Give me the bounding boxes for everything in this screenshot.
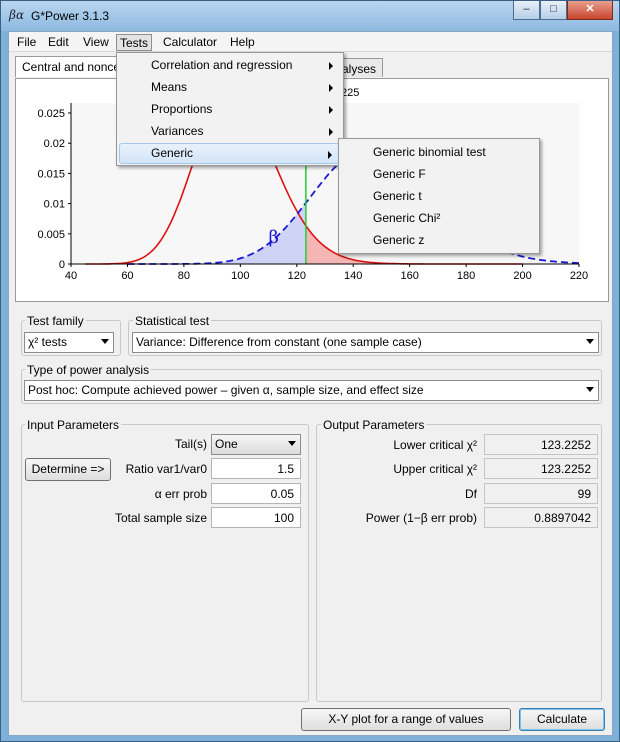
- df-value: 99: [484, 483, 598, 504]
- menu-item-variances[interactable]: Variances: [119, 121, 341, 142]
- alpha-label: α err prob: [154, 487, 207, 501]
- app-window: βα G*Power 3.1.3 ‒ □ ✕ File Edit View Te…: [0, 0, 620, 742]
- client-area: File Edit View Tests Calculator Help Cen…: [8, 31, 613, 736]
- minimize-button[interactable]: ‒: [513, 1, 540, 20]
- menu-item-generic-f[interactable]: Generic F: [341, 164, 537, 185]
- x-tick-label: 40: [65, 270, 77, 282]
- submenu-arrow-icon: [328, 151, 332, 159]
- ratio-field[interactable]: 1.5: [211, 458, 301, 479]
- maximize-button[interactable]: □: [540, 1, 567, 20]
- chevron-down-icon: [101, 339, 109, 344]
- gpower-icon: βα: [9, 8, 25, 22]
- sample-size-field[interactable]: 100: [211, 507, 301, 528]
- input-parameters-title: Input Parameters: [25, 418, 122, 432]
- x-tick-label: 140: [344, 270, 362, 282]
- menu-item-label: Means: [151, 80, 188, 94]
- upper-critical-value: 123.2252: [484, 458, 598, 479]
- menu-view[interactable]: View: [80, 34, 112, 51]
- submenu-arrow-icon: [329, 106, 333, 114]
- menu-edit[interactable]: Edit: [45, 34, 72, 51]
- power-analysis-select[interactable]: Post hoc: Compute achieved power – given…: [24, 380, 599, 401]
- sample-size-label: Total sample size: [114, 511, 207, 525]
- menu-item-generic-z[interactable]: Generic z: [341, 230, 537, 251]
- submenu-arrow-icon: [329, 62, 333, 70]
- tails-select[interactable]: One: [211, 434, 301, 455]
- tails-label: Tail(s): [175, 437, 207, 451]
- xy-plot-button[interactable]: X-Y plot for a range of values: [301, 708, 511, 731]
- power-value: 0.8897042: [484, 507, 598, 528]
- menu-item-generic-chi2[interactable]: Generic Chi²: [341, 208, 537, 229]
- menu-item-generic-binomial[interactable]: Generic binomial test: [341, 142, 537, 163]
- upper-critical-label: Upper critical χ²: [393, 462, 477, 476]
- alpha-field[interactable]: 0.05: [211, 483, 301, 504]
- calculate-button[interactable]: Calculate: [519, 708, 605, 731]
- power-label: Power (1−β err prob): [365, 511, 477, 525]
- y-tick-label: 0.02: [44, 138, 65, 150]
- y-tick-label: 0.01: [44, 199, 65, 211]
- close-button[interactable]: ✕: [567, 1, 613, 20]
- test-family-select[interactable]: χ² tests: [24, 332, 114, 353]
- chevron-down-icon: [586, 387, 594, 392]
- test-family-value: χ² tests: [28, 335, 67, 349]
- x-tick-label: 100: [231, 270, 249, 282]
- generic-submenu: Generic binomial test Generic F Generic …: [338, 138, 540, 254]
- x-tick-label: 160: [400, 270, 418, 282]
- menu-item-means[interactable]: Means: [119, 77, 341, 98]
- x-tick-label: 200: [513, 270, 531, 282]
- statistical-test-select[interactable]: Variance: Difference from constant (one …: [132, 332, 599, 353]
- lower-critical-label: Lower critical χ²: [393, 438, 477, 452]
- menu-calculator[interactable]: Calculator: [160, 34, 220, 51]
- y-tick-label: 0.005: [37, 229, 65, 241]
- tests-menu: Correlation and regression Means Proport…: [116, 52, 344, 166]
- submenu-arrow-icon: [329, 128, 333, 136]
- x-tick-label: 80: [178, 270, 190, 282]
- lower-critical-value: 123.2252: [484, 434, 598, 455]
- menu-item-label: Generic: [151, 146, 194, 160]
- x-tick-label: 180: [457, 270, 475, 282]
- beta-label: β: [269, 227, 279, 248]
- ratio-label: Ratio var1/var0: [125, 462, 207, 476]
- determine-button[interactable]: Determine =>: [25, 458, 111, 481]
- submenu-arrow-icon: [329, 84, 333, 92]
- y-tick-label: 0.015: [37, 168, 65, 180]
- menu-item-correlation[interactable]: Correlation and regression: [119, 55, 341, 76]
- x-tick-label: 120: [288, 270, 306, 282]
- statistical-test-label: Statistical test: [133, 314, 212, 328]
- menu-help[interactable]: Help: [227, 34, 258, 51]
- power-analysis-label: Type of power analysis: [25, 363, 152, 377]
- tails-value: One: [215, 437, 238, 451]
- menu-file[interactable]: File: [14, 34, 39, 51]
- y-tick-label: 0.025: [37, 108, 65, 120]
- chevron-down-icon: [586, 339, 594, 344]
- chevron-down-icon: [288, 441, 296, 446]
- menu-item-generic[interactable]: Generic: [119, 143, 341, 164]
- x-tick-label: 220: [570, 270, 588, 282]
- statistical-test-value: Variance: Difference from constant (one …: [136, 335, 422, 349]
- window-title: G*Power 3.1.3: [31, 9, 110, 23]
- menu-tests[interactable]: Tests: [116, 34, 153, 51]
- test-family-label: Test family: [25, 314, 86, 328]
- menu-item-label: Proportions: [151, 102, 213, 116]
- df-label: Df: [465, 487, 477, 501]
- power-analysis-value: Post hoc: Compute achieved power – given…: [28, 383, 424, 397]
- output-parameters-title: Output Parameters: [321, 418, 427, 432]
- x-tick-label: 60: [121, 270, 133, 282]
- menu-item-label: Correlation and regression: [151, 58, 293, 72]
- menu-bar: File Edit View Tests Calculator Help: [9, 32, 612, 52]
- menu-item-label: Variances: [151, 124, 204, 138]
- title-bar[interactable]: βα G*Power 3.1.3 ‒ □ ✕: [1, 1, 619, 31]
- menu-item-generic-t[interactable]: Generic t: [341, 186, 537, 207]
- menu-item-proportions[interactable]: Proportions: [119, 99, 341, 120]
